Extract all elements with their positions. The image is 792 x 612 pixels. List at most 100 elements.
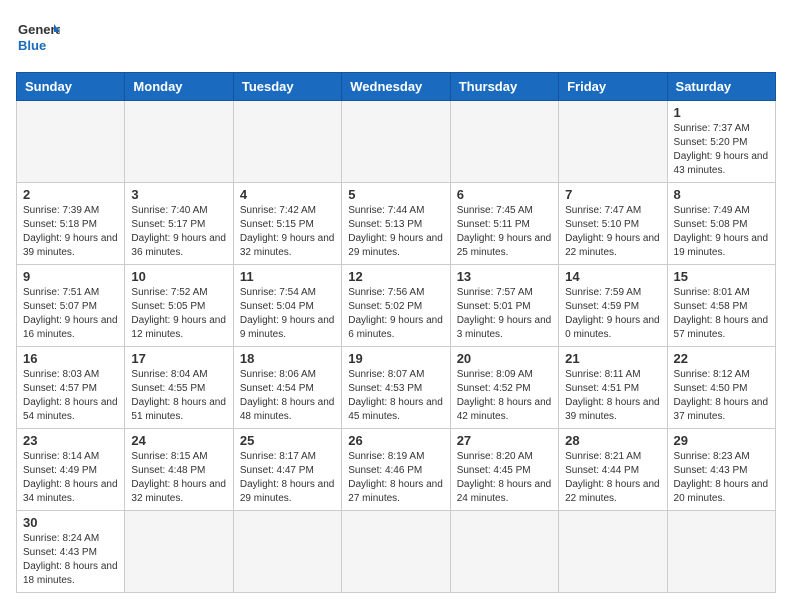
- calendar-cell: [559, 511, 667, 593]
- calendar-cell: 2 Sunrise: 7:39 AM Sunset: 5:18 PM Daylig…: [17, 183, 125, 265]
- calendar-cell: 22Sunrise: 8:12 AM Sunset: 4:50 PM Dayli…: [667, 347, 775, 429]
- day-number: 30: [23, 515, 118, 530]
- day-number: 7: [565, 187, 660, 202]
- svg-text:General: General: [18, 22, 60, 37]
- day-info: Sunrise: 7:44 AM Sunset: 5:13 PM Dayligh…: [348, 204, 443, 260]
- logo: General Blue: [16, 16, 64, 60]
- day-info: Sunrise: 7:57 AM Sunset: 5:01 PM Dayligh…: [457, 286, 552, 342]
- calendar-cell: [342, 101, 450, 183]
- day-number: 12: [348, 269, 443, 284]
- day-number: 22: [674, 351, 769, 366]
- day-info: Sunrise: 8:15 AM Sunset: 4:48 PM Dayligh…: [131, 450, 226, 506]
- day-number: 25: [240, 433, 335, 448]
- day-number: 1: [674, 105, 769, 120]
- day-info: Sunrise: 8:19 AM Sunset: 4:46 PM Dayligh…: [348, 450, 443, 506]
- calendar-cell: [125, 101, 233, 183]
- calendar-cell: [125, 511, 233, 593]
- day-info: Sunrise: 8:11 AM Sunset: 4:51 PM Dayligh…: [565, 368, 660, 424]
- calendar-cell: 16Sunrise: 8:03 AM Sunset: 4:57 PM Dayli…: [17, 347, 125, 429]
- calendar-cell: [450, 511, 558, 593]
- day-number: 27: [457, 433, 552, 448]
- day-number: 3: [131, 187, 226, 202]
- day-info: Sunrise: 8:07 AM Sunset: 4:53 PM Dayligh…: [348, 368, 443, 424]
- calendar-cell: 15Sunrise: 8:01 AM Sunset: 4:58 PM Dayli…: [667, 265, 775, 347]
- svg-text:Blue: Blue: [18, 38, 46, 53]
- day-number: 23: [23, 433, 118, 448]
- day-number: 8: [674, 187, 769, 202]
- day-number: 29: [674, 433, 769, 448]
- weekday-header: Sunday: [17, 73, 125, 101]
- calendar-week-row: 1Sunrise: 7:37 AM Sunset: 5:20 PM Daylig…: [17, 101, 776, 183]
- calendar-cell: 25 Sunrise: 8:17 AM Sunset: 4:47 PM Dayli…: [233, 429, 341, 511]
- day-number: 19: [348, 351, 443, 366]
- calendar-cell: 13Sunrise: 7:57 AM Sunset: 5:01 PM Dayli…: [450, 265, 558, 347]
- calendar-cell: 23 Sunrise: 8:14 AM Sunset: 4:49 PM Dayli…: [17, 429, 125, 511]
- day-info: Sunrise: 7:52 AM Sunset: 5:05 PM Dayligh…: [131, 286, 226, 342]
- day-info: Sunrise: 7:45 AM Sunset: 5:11 PM Dayligh…: [457, 204, 552, 260]
- calendar-cell: 20 Sunrise: 8:09 AM Sunset: 4:52 PM Dayli…: [450, 347, 558, 429]
- calendar-cell: 6Sunrise: 7:45 AM Sunset: 5:11 PM Daylig…: [450, 183, 558, 265]
- calendar-cell: [667, 511, 775, 593]
- calendar-cell: 14 Sunrise: 7:59 AM Sunset: 4:59 PM Dayli…: [559, 265, 667, 347]
- day-info: Sunrise: 7:51 AM Sunset: 5:07 PM Dayligh…: [23, 286, 118, 342]
- day-number: 14: [565, 269, 660, 284]
- day-info: Sunrise: 8:20 AM Sunset: 4:45 PM Dayligh…: [457, 450, 552, 506]
- day-info: Sunrise: 7:42 AM Sunset: 5:15 PM Dayligh…: [240, 204, 335, 260]
- weekday-header: Friday: [559, 73, 667, 101]
- calendar-week-row: 30 Sunrise: 8:24 AM Sunset: 4:43 PM Dayli…: [17, 511, 776, 593]
- day-number: 9: [23, 269, 118, 284]
- calendar-cell: 10Sunrise: 7:52 AM Sunset: 5:05 PM Dayli…: [125, 265, 233, 347]
- day-number: 28: [565, 433, 660, 448]
- day-number: 17: [131, 351, 226, 366]
- day-info: Sunrise: 8:04 AM Sunset: 4:55 PM Dayligh…: [131, 368, 226, 424]
- day-info: Sunrise: 7:39 AM Sunset: 5:18 PM Dayligh…: [23, 204, 118, 260]
- day-info: Sunrise: 8:23 AM Sunset: 4:43 PM Dayligh…: [674, 450, 769, 506]
- day-info: Sunrise: 7:56 AM Sunset: 5:02 PM Dayligh…: [348, 286, 443, 342]
- calendar-cell: 17 Sunrise: 8:04 AM Sunset: 4:55 PM Dayli…: [125, 347, 233, 429]
- header: General Blue: [16, 16, 776, 60]
- calendar-week-row: 23 Sunrise: 8:14 AM Sunset: 4:49 PM Dayli…: [17, 429, 776, 511]
- day-number: 4: [240, 187, 335, 202]
- calendar-cell: [559, 101, 667, 183]
- calendar-cell: 21 Sunrise: 8:11 AM Sunset: 4:51 PM Dayli…: [559, 347, 667, 429]
- calendar-cell: [233, 101, 341, 183]
- calendar-cell: 28 Sunrise: 8:21 AM Sunset: 4:44 PM Dayli…: [559, 429, 667, 511]
- calendar-cell: 3 Sunrise: 7:40 AM Sunset: 5:17 PM Daylig…: [125, 183, 233, 265]
- calendar-week-row: 16Sunrise: 8:03 AM Sunset: 4:57 PM Dayli…: [17, 347, 776, 429]
- day-info: Sunrise: 8:24 AM Sunset: 4:43 PM Dayligh…: [23, 532, 118, 588]
- calendar-cell: 30 Sunrise: 8:24 AM Sunset: 4:43 PM Dayli…: [17, 511, 125, 593]
- calendar-cell: 9 Sunrise: 7:51 AM Sunset: 5:07 PM Daylig…: [17, 265, 125, 347]
- calendar-header-row: SundayMondayTuesdayWednesdayThursdayFrid…: [17, 73, 776, 101]
- calendar-week-row: 9 Sunrise: 7:51 AM Sunset: 5:07 PM Daylig…: [17, 265, 776, 347]
- weekday-header: Wednesday: [342, 73, 450, 101]
- calendar-cell: 29 Sunrise: 8:23 AM Sunset: 4:43 PM Dayli…: [667, 429, 775, 511]
- day-number: 5: [348, 187, 443, 202]
- weekday-header: Thursday: [450, 73, 558, 101]
- day-number: 2: [23, 187, 118, 202]
- day-info: Sunrise: 8:03 AM Sunset: 4:57 PM Dayligh…: [23, 368, 118, 424]
- day-info: Sunrise: 8:21 AM Sunset: 4:44 PM Dayligh…: [565, 450, 660, 506]
- day-info: Sunrise: 7:54 AM Sunset: 5:04 PM Dayligh…: [240, 286, 335, 342]
- calendar-cell: 24Sunrise: 8:15 AM Sunset: 4:48 PM Dayli…: [125, 429, 233, 511]
- day-info: Sunrise: 8:09 AM Sunset: 4:52 PM Dayligh…: [457, 368, 552, 424]
- calendar-cell: 12 Sunrise: 7:56 AM Sunset: 5:02 PM Dayli…: [342, 265, 450, 347]
- day-number: 20: [457, 351, 552, 366]
- weekday-header: Saturday: [667, 73, 775, 101]
- day-info: Sunrise: 7:49 AM Sunset: 5:08 PM Dayligh…: [674, 204, 769, 260]
- day-info: Sunrise: 8:14 AM Sunset: 4:49 PM Dayligh…: [23, 450, 118, 506]
- day-info: Sunrise: 8:06 AM Sunset: 4:54 PM Dayligh…: [240, 368, 335, 424]
- day-number: 18: [240, 351, 335, 366]
- day-info: Sunrise: 8:17 AM Sunset: 4:47 PM Dayligh…: [240, 450, 335, 506]
- day-info: Sunrise: 7:59 AM Sunset: 4:59 PM Dayligh…: [565, 286, 660, 342]
- day-info: Sunrise: 7:47 AM Sunset: 5:10 PM Dayligh…: [565, 204, 660, 260]
- weekday-header: Monday: [125, 73, 233, 101]
- calendar-cell: [17, 101, 125, 183]
- calendar-cell: 27 Sunrise: 8:20 AM Sunset: 4:45 PM Dayli…: [450, 429, 558, 511]
- day-number: 11: [240, 269, 335, 284]
- calendar-week-row: 2 Sunrise: 7:39 AM Sunset: 5:18 PM Daylig…: [17, 183, 776, 265]
- calendar-cell: [342, 511, 450, 593]
- day-info: Sunrise: 8:01 AM Sunset: 4:58 PM Dayligh…: [674, 286, 769, 342]
- weekday-header: Tuesday: [233, 73, 341, 101]
- day-info: Sunrise: 7:40 AM Sunset: 5:17 PM Dayligh…: [131, 204, 226, 260]
- day-number: 21: [565, 351, 660, 366]
